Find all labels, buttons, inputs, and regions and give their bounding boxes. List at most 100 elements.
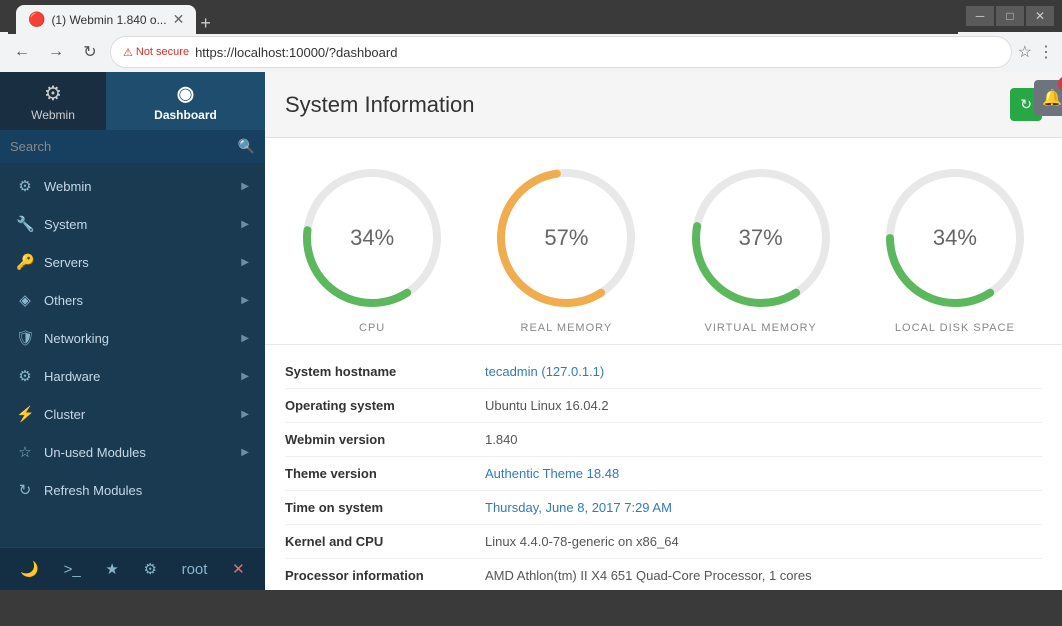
- tab-title: (1) Webmin 1.840 o...: [51, 13, 166, 27]
- sidebar-webmin-btn[interactable]: ⚙ Webmin: [0, 72, 106, 130]
- real-memory-gauge-value: 57%: [544, 225, 588, 251]
- info-value[interactable]: Thursday, June 8, 2017 7:29 AM: [485, 500, 672, 515]
- back-button[interactable]: ←: [8, 38, 36, 66]
- logout-button[interactable]: ✕: [228, 556, 249, 582]
- sidebar-item-label: Refresh Modules: [44, 483, 249, 498]
- local-disk-gauge: 34% LOCAL DISK SPACE: [865, 158, 1045, 334]
- info-label: Webmin version: [285, 432, 485, 447]
- dashboard-icon: ◉: [177, 81, 194, 106]
- sidebar-item-label: Hardware: [44, 369, 231, 384]
- sidebar-item-system[interactable]: 🔧 System ▶: [0, 205, 265, 243]
- system-nav-icon: 🔧: [16, 215, 34, 233]
- search-input[interactable]: [10, 139, 232, 154]
- window-controls: ─ □ ✕: [966, 6, 1054, 26]
- sidebar-item-label: Webmin: [44, 179, 231, 194]
- main-content: System Information ↻ 🔔 1: [265, 72, 1062, 590]
- user-label: root: [178, 557, 212, 582]
- favorites-button[interactable]: ★: [101, 556, 122, 582]
- local-disk-gauge-wrapper: 34%: [875, 158, 1035, 318]
- sidebar-item-networking[interactable]: 🛡 Networking ▶: [0, 319, 265, 357]
- minimize-button[interactable]: ─: [966, 6, 994, 26]
- cpu-gauge: 34% CPU: [282, 158, 462, 334]
- bell-wrapper: 🔔 1: [1034, 80, 1062, 116]
- sidebar-nav: ⚙ Webmin ▶ 🔧 System ▶ 🔑 Servers ▶ ◈ Othe…: [0, 163, 265, 547]
- sidebar-item-label: System: [44, 217, 231, 232]
- table-row: Processor information AMD Athlon(tm) II …: [285, 559, 1042, 590]
- reload-button[interactable]: ↻: [76, 38, 104, 66]
- servers-nav-icon: 🔑: [16, 253, 34, 271]
- sidebar-footer: 🌙 >_ ★ ⚙ root ✕: [0, 547, 265, 590]
- chevron-right-icon: ▶: [241, 409, 249, 420]
- info-value[interactable]: tecadmin (127.0.1.1): [485, 364, 604, 379]
- virtual-memory-gauge-wrapper: 37%: [681, 158, 841, 318]
- app-layout: ⚙ Webmin ◉ Dashboard 🔍 ⚙ Webmin ▶ 🔧 Syst…: [0, 72, 1062, 590]
- cpu-gauge-value: 34%: [350, 225, 394, 251]
- chevron-right-icon: ▶: [241, 219, 249, 230]
- browser-tab[interactable]: 🔴 (1) Webmin 1.840 o... ✕: [16, 5, 196, 34]
- sidebar-item-label: Networking: [44, 331, 231, 346]
- address-bar[interactable]: ⚠ Not secure https://localhost:10000/?da…: [110, 36, 1012, 68]
- sidebar-item-label: Others: [44, 293, 231, 308]
- menu-button[interactable]: ⋮: [1038, 42, 1054, 62]
- security-indicator: ⚠ Not secure: [123, 46, 189, 59]
- page-title: System Information: [285, 92, 475, 118]
- info-label: Processor information: [285, 568, 485, 583]
- content-header: System Information ↻: [265, 72, 1062, 138]
- info-label: Operating system: [285, 398, 485, 413]
- content-wrapper: System Information ↻ 🔔 1: [265, 72, 1062, 590]
- sidebar-item-webmin[interactable]: ⚙ Webmin ▶: [0, 167, 265, 205]
- table-row: System hostname tecadmin (127.0.1.1): [285, 355, 1042, 389]
- maximize-button[interactable]: □: [996, 6, 1024, 26]
- sidebar-item-unused-modules[interactable]: ☆ Un-used Modules ▶: [0, 433, 265, 471]
- terminal-button[interactable]: >_: [60, 557, 85, 582]
- sidebar-item-servers[interactable]: 🔑 Servers ▶: [0, 243, 265, 281]
- browser-controls: ← → ↻ ⚠ Not secure https://localhost:100…: [0, 32, 1062, 72]
- virtual-memory-gauge: 37% VIRTUAL MEMORY: [671, 158, 851, 334]
- cpu-gauge-label: CPU: [282, 322, 462, 334]
- forward-button[interactable]: →: [42, 38, 70, 66]
- table-row: Theme version Authentic Theme 18.48: [285, 457, 1042, 491]
- sidebar-header: ⚙ Webmin ◉ Dashboard: [0, 72, 265, 130]
- table-row: Time on system Thursday, June 8, 2017 7:…: [285, 491, 1042, 525]
- info-value[interactable]: Authentic Theme 18.48: [485, 466, 619, 481]
- cpu-gauge-wrapper: 34%: [292, 158, 452, 318]
- info-label: System hostname: [285, 364, 485, 379]
- tab-bar: 🔴 (1) Webmin 1.840 o... ✕ +: [8, 0, 958, 34]
- settings-button[interactable]: ⚙: [139, 556, 160, 582]
- chevron-right-icon: ▶: [241, 333, 249, 344]
- close-button[interactable]: ✕: [1026, 6, 1054, 26]
- virtual-memory-gauge-label: VIRTUAL MEMORY: [671, 322, 851, 334]
- search-icon: 🔍: [238, 138, 255, 155]
- info-value: Linux 4.4.0-78-generic on x86_64: [485, 534, 679, 549]
- theme-toggle-button[interactable]: 🌙: [16, 556, 43, 582]
- webmin-nav-icon: ⚙: [16, 177, 34, 195]
- hardware-nav-icon: ⚙: [16, 367, 34, 385]
- chevron-right-icon: ▶: [241, 181, 249, 192]
- webmin-icon: ⚙: [44, 81, 62, 106]
- local-disk-gauge-value: 34%: [933, 225, 977, 251]
- sidebar-item-label: Un-used Modules: [44, 445, 231, 460]
- browser-titlebar: 🔴 (1) Webmin 1.840 o... ✕ + ─ □ ✕: [0, 0, 1062, 32]
- sidebar-item-cluster[interactable]: ⚡ Cluster ▶: [0, 395, 265, 433]
- sidebar-dashboard-btn[interactable]: ◉ Dashboard: [106, 72, 265, 130]
- new-tab-button[interactable]: +: [200, 13, 211, 34]
- refresh-modules-nav-icon: ↻: [16, 481, 34, 499]
- notification-area: 🔔 1: [1034, 80, 1062, 116]
- sidebar-item-label: Servers: [44, 255, 231, 270]
- cluster-nav-icon: ⚡: [16, 405, 34, 423]
- chevron-right-icon: ▶: [241, 295, 249, 306]
- url-display: https://localhost:10000/?dashboard: [195, 45, 397, 60]
- tab-close-btn[interactable]: ✕: [173, 11, 185, 28]
- chevron-right-icon: ▶: [241, 257, 249, 268]
- sidebar-search-bar: 🔍: [0, 130, 265, 163]
- warning-icon: ⚠: [123, 46, 133, 59]
- real-memory-gauge-label: REAL MEMORY: [476, 322, 656, 334]
- sidebar-item-refresh-modules[interactable]: ↻ Refresh Modules: [0, 471, 265, 509]
- gauges-section: 34% CPU 57% REAL MEMORY: [265, 138, 1062, 345]
- real-memory-gauge: 57% REAL MEMORY: [476, 158, 656, 334]
- sidebar-item-others[interactable]: ◈ Others ▶: [0, 281, 265, 319]
- browser-chrome: 🔴 (1) Webmin 1.840 o... ✕ + ─ □ ✕ ← → ↻ …: [0, 0, 1062, 72]
- bookmark-button[interactable]: ☆: [1018, 42, 1032, 62]
- others-nav-icon: ◈: [16, 291, 34, 309]
- sidebar-item-hardware[interactable]: ⚙ Hardware ▶: [0, 357, 265, 395]
